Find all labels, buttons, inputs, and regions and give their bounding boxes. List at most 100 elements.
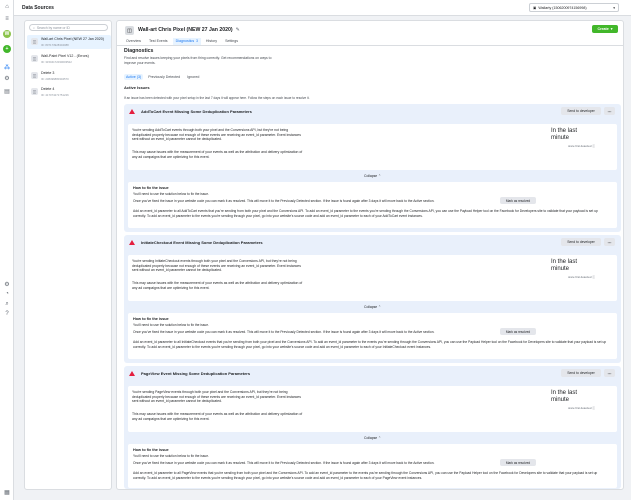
divider — [117, 45, 623, 46]
issue-title: PageView Event Missing Some Deduplicatio… — [141, 371, 251, 376]
top-bar: Data Sources ▣ Wallarty (150620097415699… — [14, 0, 631, 16]
fix-line: You'll need to use the solution below to… — [133, 454, 210, 458]
sidebar-item-wall-art-chris-pixel[interactable]: ◫ Wall-art Chris Pixel (NEW 27 Jan 2020)… — [27, 35, 111, 49]
issue-details: You're sending PageView events through b… — [128, 386, 617, 432]
pixel-icon: ◫ — [31, 72, 38, 79]
detected-time: In the last minute — [551, 259, 578, 272]
sidebar-item-id: ID: 238496880304570 — [41, 76, 69, 81]
issue-title: AddToCart Event Missing Some Deduplicati… — [141, 109, 252, 114]
fix-solution: Add an event_id parameter to all Initiat… — [133, 340, 607, 349]
fix-title: How to fix the issue — [133, 186, 169, 190]
sidebar-item-id: ID: 31504172030003522 — [41, 59, 72, 64]
mark-as-resolved-button[interactable]: Mark as resolved — [500, 459, 536, 466]
fix-solution: Add an event_id parameter to all AddToCa… — [133, 209, 598, 218]
sidebar-item-label: Wall-art Chris Pixel (NEW 27 Jan 2020) — [41, 37, 104, 41]
active-issues-title: Active Issues — [124, 85, 150, 90]
detected-time-sub: since first detected ⓘ — [568, 275, 595, 279]
fix-line: Once you've fixed the issue in your webs… — [133, 199, 435, 203]
chevron-down-icon: ▾ — [610, 27, 613, 31]
create-button[interactable]: Create ▾ — [592, 25, 618, 33]
tab-badge: 3 — [196, 39, 198, 43]
chevron-up-icon: ⌃ — [378, 174, 381, 178]
fix-line: Once you've fixed the issue in your webs… — [133, 461, 435, 465]
info-icon: ⓘ — [592, 406, 595, 410]
mark-as-resolved-button[interactable]: Mark as resolved — [500, 328, 536, 335]
briefcase-icon: ▣ — [533, 5, 537, 10]
shop-icon[interactable]: ▤ — [3, 87, 11, 95]
sidebar-item-label: Delete 3 — [41, 71, 55, 75]
fix-title: How to fix the issue — [133, 317, 169, 321]
detected-time: In the last minute — [551, 128, 578, 141]
issue-card-addtocart: AddToCart Event Missing Some Deduplicati… — [124, 104, 621, 232]
pixel-icon: ◫ — [31, 88, 38, 95]
chevron-up-icon: ⌃ — [378, 305, 381, 309]
pixel-icon: ◫ — [31, 38, 38, 45]
fix-line: You'll need to use the solution below to… — [133, 323, 210, 327]
pixel-icon: ◫ — [31, 55, 38, 62]
issue-description: You're sending PageView events through b… — [132, 390, 301, 404]
subtab-bar: Active (3) Previously Detected Ignored — [124, 74, 201, 81]
search-icon: ⌕ — [33, 25, 35, 30]
add-icon[interactable]: + — [3, 45, 11, 53]
issue-impact: This may cause issues with the measureme… — [132, 281, 303, 290]
home-icon[interactable]: ⌂ — [3, 3, 11, 11]
collapse-toggle[interactable]: Collapse ⌃ — [124, 305, 621, 309]
menu-icon[interactable]: ≡ — [3, 15, 11, 23]
issue-impact: This may cause issues with the measureme… — [132, 412, 303, 421]
main-panel: ◫ Wall-art Chris Pixel (NEW 27 Jan 2020)… — [116, 20, 624, 490]
avatar[interactable]: W — [3, 30, 11, 38]
sidebar-item-delete-4[interactable]: ◫ Delete 4 ID: 417074271751226 — [27, 85, 111, 99]
info-icon: ⓘ — [592, 275, 595, 279]
sidebar-item-wall-paint-pixel[interactable]: ◫ Wall-Paint Pixel V12 - (Errors) ID: 31… — [27, 52, 111, 66]
issue-description: You're sending AddToCart events through … — [132, 128, 301, 142]
account-label: Wallarty (1506200974156998) — [538, 5, 587, 10]
issue-header: PageView Event Missing Some Deduplicatio… — [124, 366, 621, 382]
sidebar-item-delete-3[interactable]: ◫ Delete 3 ID: 238496880304570 — [27, 69, 111, 83]
more-options-icon[interactable]: ⋯ — [604, 238, 615, 246]
fix-line: You'll need to use the solution below to… — [133, 192, 210, 196]
gear-icon[interactable]: ⚙ — [3, 74, 11, 82]
detected-time-sub: since first detected ⓘ — [568, 144, 595, 148]
app-title: Data Sources — [22, 5, 54, 11]
sidebar-item-label: Delete 4 — [41, 87, 55, 91]
more-options-icon[interactable]: ⋯ — [604, 107, 615, 115]
issue-title: InitiateCheckout Event Missing Some Dedu… — [141, 240, 263, 245]
chevron-down-icon: ▾ — [613, 5, 615, 10]
send-to-developer-button[interactable]: Send to developer — [561, 107, 601, 115]
pencil-icon[interactable]: ✎ — [236, 27, 240, 33]
warning-icon — [129, 240, 135, 245]
fix-line: Once you've fixed the issue in your webs… — [133, 330, 435, 334]
detected-time-sub: since first detected ⓘ — [568, 406, 595, 410]
issue-card-pageview: PageView Event Missing Some Deduplicatio… — [124, 366, 621, 489]
collapse-toggle[interactable]: Collapse ⌃ — [124, 174, 621, 178]
section-description: Find and resolve issues keeping your pix… — [124, 56, 272, 65]
issue-header: InitiateCheckout Event Missing Some Dedu… — [124, 235, 621, 251]
subtab-ignored[interactable]: Ignored — [185, 74, 201, 80]
search-input[interactable]: ⌕ Search by name or ID — [29, 24, 108, 31]
send-to-developer-button[interactable]: Send to developer — [561, 238, 601, 246]
issue-description: You're sending InitiateCheckout events t… — [132, 259, 301, 273]
subtab-previously-detected[interactable]: Previously Detected — [146, 74, 182, 80]
fix-solution: Add an event_id parameter to all PageVie… — [133, 471, 598, 480]
active-issues-description: If an issue has been detected with your … — [124, 96, 310, 100]
mark-as-resolved-button[interactable]: Mark as resolved — [500, 197, 536, 204]
account-selector[interactable]: ▣ Wallarty (1506200974156998) ▾ — [529, 3, 619, 12]
subtab-active[interactable]: Active (3) — [124, 74, 144, 81]
grid-icon[interactable]: ▦ — [3, 488, 11, 496]
fix-section: How to fix the issue You'll need to use … — [128, 182, 617, 228]
section-title: Diagnostics — [124, 48, 154, 54]
sidebar-item-label: Wall-Paint Pixel V12 - (Errors) — [41, 54, 89, 58]
collapse-toggle[interactable]: Collapse ⌃ — [124, 436, 621, 440]
help-icon[interactable]: ? — [3, 310, 11, 318]
more-options-icon[interactable]: ⋯ — [604, 369, 615, 377]
issue-details: You're sending AddToCart events through … — [128, 124, 617, 170]
settings-icon[interactable]: ⚙ — [3, 280, 11, 288]
send-to-developer-button[interactable]: Send to developer — [561, 369, 601, 377]
sidebar-item-id: ID: 807173928304088 — [41, 42, 69, 47]
notifications-icon[interactable]: ◔ — [3, 290, 11, 298]
data-sources-icon[interactable]: ⁂ — [3, 63, 11, 71]
warning-icon — [129, 371, 135, 376]
search-icon[interactable]: ⌕ — [3, 300, 11, 308]
detected-time: In the last minute — [551, 390, 578, 403]
data-sources-sidebar: ⌕ Search by name or ID ◫ Wall-art Chris … — [24, 20, 112, 490]
